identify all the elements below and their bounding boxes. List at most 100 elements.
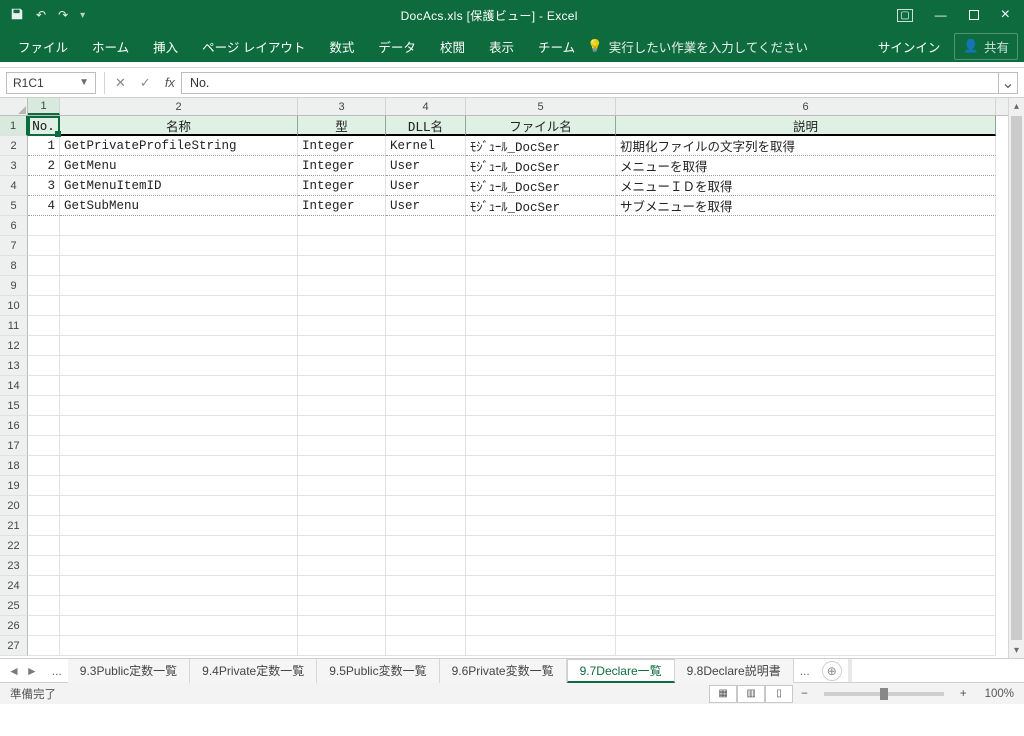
cell[interactable] bbox=[386, 336, 466, 356]
cell[interactable]: Integer bbox=[298, 176, 386, 196]
cell[interactable]: メニューを取得 bbox=[616, 156, 996, 176]
header-cell[interactable]: 名称 bbox=[60, 116, 298, 136]
row-header[interactable]: 13 bbox=[0, 356, 28, 376]
cell[interactable] bbox=[466, 376, 616, 396]
scroll-down-icon[interactable]: ▾ bbox=[1009, 642, 1024, 658]
cell[interactable] bbox=[616, 536, 996, 556]
cell[interactable] bbox=[616, 236, 996, 256]
cell[interactable]: GetMenuItemID bbox=[60, 176, 298, 196]
undo-icon[interactable]: ↶ bbox=[36, 8, 46, 22]
sheet-tab[interactable]: 9.8Declare説明書 bbox=[675, 659, 794, 683]
cell[interactable] bbox=[298, 456, 386, 476]
cell[interactable] bbox=[386, 216, 466, 236]
name-box[interactable]: R1C1 ▼ bbox=[6, 72, 96, 94]
sheet-nav-next-icon[interactable]: ► bbox=[26, 664, 38, 678]
row-header[interactable]: 9 bbox=[0, 276, 28, 296]
cell[interactable]: サブメニューを取得 bbox=[616, 196, 996, 216]
cell[interactable] bbox=[386, 296, 466, 316]
zoom-out-button[interactable]: − bbox=[793, 688, 816, 700]
row-header[interactable]: 16 bbox=[0, 416, 28, 436]
cell[interactable] bbox=[386, 456, 466, 476]
cell[interactable] bbox=[298, 376, 386, 396]
scroll-up-icon[interactable]: ▴ bbox=[1009, 98, 1024, 114]
cell[interactable] bbox=[616, 436, 996, 456]
signin-button[interactable]: サインイン bbox=[864, 37, 955, 56]
cell[interactable] bbox=[60, 636, 298, 656]
row-header[interactable]: 10 bbox=[0, 296, 28, 316]
cell[interactable] bbox=[28, 216, 60, 236]
zoom-in-button[interactable]: + bbox=[952, 688, 975, 700]
cell[interactable]: ﾓｼﾞｭｰﾙ_DocSer bbox=[466, 196, 616, 216]
cell[interactable] bbox=[60, 436, 298, 456]
cell[interactable] bbox=[616, 256, 996, 276]
vertical-scrollbar[interactable]: ▴ ▾ bbox=[1008, 98, 1024, 658]
cell[interactable] bbox=[616, 336, 996, 356]
cell[interactable]: Kernel bbox=[386, 136, 466, 156]
row-header[interactable]: 24 bbox=[0, 576, 28, 596]
cell[interactable] bbox=[60, 336, 298, 356]
row-header[interactable]: 26 bbox=[0, 616, 28, 636]
cell[interactable] bbox=[28, 396, 60, 416]
cell[interactable]: メニューＩＤを取得 bbox=[616, 176, 996, 196]
cell[interactable]: User bbox=[386, 196, 466, 216]
cell[interactable] bbox=[386, 276, 466, 296]
cell[interactable] bbox=[466, 396, 616, 416]
zoom-level[interactable]: 100% bbox=[975, 688, 1024, 700]
row-header[interactable]: 6 bbox=[0, 216, 28, 236]
cell[interactable] bbox=[466, 316, 616, 336]
cell[interactable] bbox=[60, 536, 298, 556]
name-box-dropdown-icon[interactable]: ▼ bbox=[79, 77, 89, 88]
cell[interactable] bbox=[298, 596, 386, 616]
cell[interactable] bbox=[60, 416, 298, 436]
cell[interactable] bbox=[386, 376, 466, 396]
sheet-nav-prev-icon[interactable]: ◄ bbox=[8, 664, 20, 678]
row-header[interactable]: 27 bbox=[0, 636, 28, 656]
cell[interactable] bbox=[466, 496, 616, 516]
cell[interactable] bbox=[60, 236, 298, 256]
cell[interactable] bbox=[616, 276, 996, 296]
row-header[interactable]: 3 bbox=[0, 156, 28, 176]
cell[interactable] bbox=[616, 476, 996, 496]
cell[interactable] bbox=[386, 516, 466, 536]
row-header[interactable]: 21 bbox=[0, 516, 28, 536]
row-header[interactable]: 19 bbox=[0, 476, 28, 496]
cell[interactable] bbox=[28, 516, 60, 536]
cell[interactable] bbox=[298, 356, 386, 376]
cell[interactable] bbox=[466, 356, 616, 376]
cell[interactable] bbox=[298, 296, 386, 316]
cell[interactable] bbox=[616, 356, 996, 376]
cell[interactable] bbox=[60, 276, 298, 296]
tab-insert[interactable]: 挿入 bbox=[141, 37, 190, 56]
zoom-slider[interactable] bbox=[824, 692, 944, 696]
cell[interactable] bbox=[466, 276, 616, 296]
cell[interactable]: Integer bbox=[298, 196, 386, 216]
insert-function-icon[interactable]: fx bbox=[165, 75, 175, 90]
cell[interactable] bbox=[466, 576, 616, 596]
minimize-icon[interactable]: — bbox=[935, 8, 947, 22]
tab-formulas[interactable]: 数式 bbox=[317, 37, 366, 56]
cell[interactable] bbox=[28, 556, 60, 576]
cell[interactable]: ﾓｼﾞｭｰﾙ_DocSer bbox=[466, 136, 616, 156]
cell[interactable] bbox=[386, 236, 466, 256]
cell[interactable] bbox=[28, 436, 60, 456]
row-header[interactable]: 11 bbox=[0, 316, 28, 336]
cell[interactable] bbox=[466, 476, 616, 496]
column-header[interactable]: 6 bbox=[616, 98, 996, 115]
row-header[interactable]: 18 bbox=[0, 456, 28, 476]
cell[interactable] bbox=[466, 536, 616, 556]
cell[interactable] bbox=[298, 336, 386, 356]
cell[interactable] bbox=[60, 556, 298, 576]
header-cell[interactable]: 型 bbox=[298, 116, 386, 136]
cell[interactable] bbox=[298, 316, 386, 336]
row-header[interactable]: 2 bbox=[0, 136, 28, 156]
row-header[interactable]: 7 bbox=[0, 236, 28, 256]
ribbon-display-options-icon[interactable]: ▢ bbox=[897, 9, 912, 22]
cell[interactable]: 4 bbox=[28, 196, 60, 216]
cell[interactable] bbox=[386, 616, 466, 636]
column-header[interactable]: 4 bbox=[386, 98, 466, 115]
cell[interactable] bbox=[60, 596, 298, 616]
qat-customize-icon[interactable]: ▾ bbox=[80, 10, 85, 21]
cell[interactable] bbox=[386, 556, 466, 576]
cell[interactable] bbox=[298, 236, 386, 256]
cell[interactable] bbox=[28, 596, 60, 616]
